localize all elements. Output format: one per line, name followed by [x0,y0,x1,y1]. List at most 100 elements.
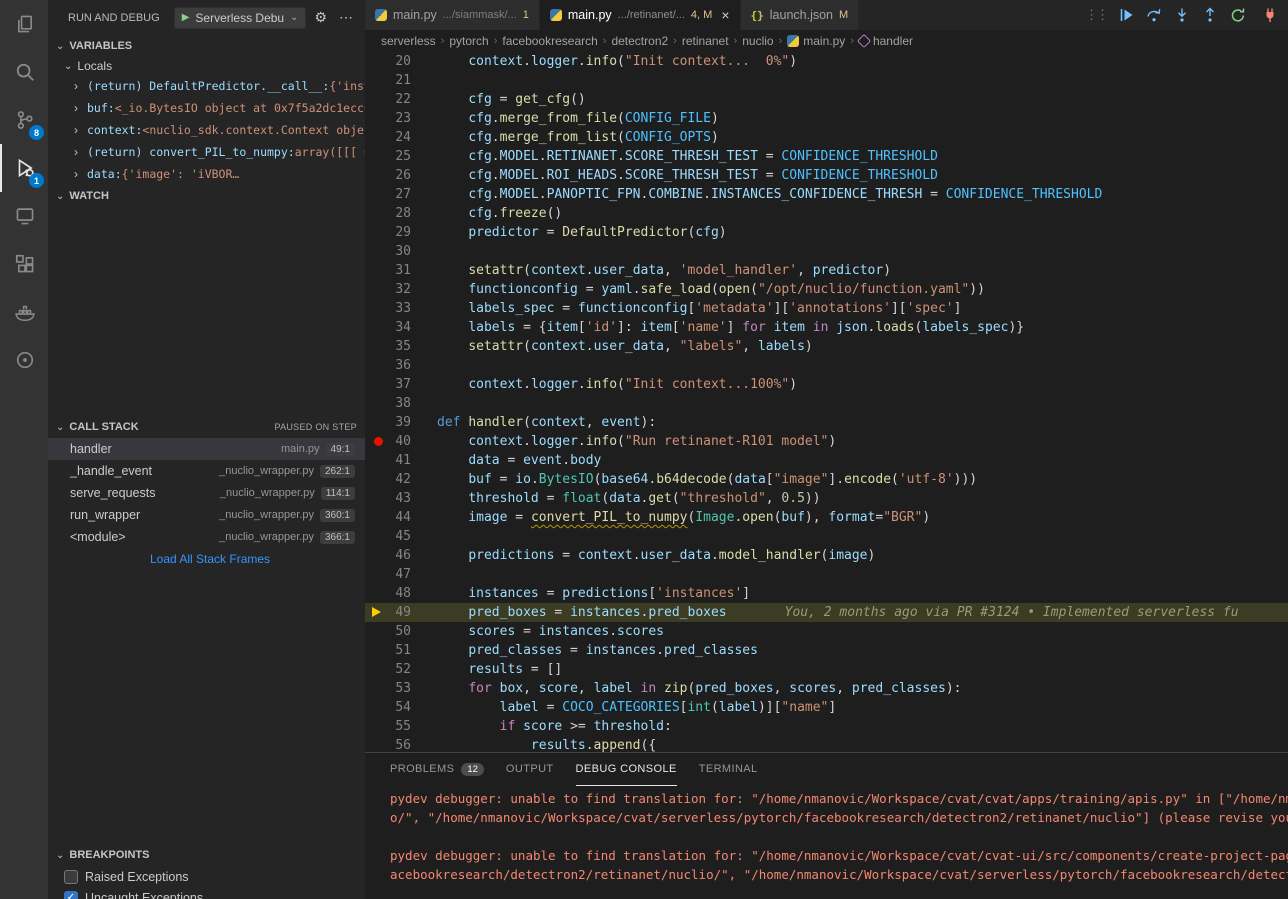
code-line[interactable]: 51 pred_classes = instances.pred_classes [365,641,1288,660]
variable-row[interactable]: ›context: <nuclio_sdk.context.Context ob… [48,119,365,141]
line-number[interactable]: 25 [365,147,437,166]
line-number[interactable]: 30 [365,242,437,261]
stack-frame-row[interactable]: serve_requests_nuclio_wrapper.py114:1 [48,482,365,504]
line-number[interactable]: 21 [365,71,437,90]
code-editor[interactable]: 20 context.logger.info("Init context... … [365,52,1288,752]
disconnect-button[interactable] [1261,6,1279,24]
remote-explorer-icon[interactable] [0,192,48,240]
line-number[interactable]: 22 [365,90,437,109]
code-line[interactable]: 44 image = convert_PIL_to_numpy(Image.op… [365,508,1288,527]
line-number[interactable]: 41 [365,451,437,470]
breakpoint-checkbox[interactable]: ✓ [64,891,78,899]
code-line[interactable]: 54 label = COCO_CATEGORIES[int(label)]["… [365,698,1288,717]
line-number[interactable]: 42 [365,470,437,489]
code-line[interactable]: 50 scores = instances.scores [365,622,1288,641]
code-line[interactable]: 32 functionconfig = yaml.safe_load(open(… [365,280,1288,299]
line-number[interactable]: 43 [365,489,437,508]
code-line[interactable]: 52 results = [] [365,660,1288,679]
explorer-icon[interactable] [0,0,48,48]
code-line[interactable]: 41 data = event.body [365,451,1288,470]
line-number[interactable]: 23 [365,109,437,128]
code-line[interactable]: 45 [365,527,1288,546]
editor-tab[interactable]: main.py.../retinanet/...4, M× [540,0,740,30]
code-line[interactable]: 22 cfg = get_cfg() [365,90,1288,109]
code-line[interactable]: 39def handler(context, event): [365,413,1288,432]
line-number[interactable]: 39 [365,413,437,432]
close-icon[interactable]: × [721,7,729,23]
code-line[interactable]: 27 cfg.MODEL.PANOPTIC_FPN.COMBINE.INSTAN… [365,185,1288,204]
line-number[interactable]: 28 [365,204,437,223]
code-line[interactable]: 28 cfg.freeze() [365,204,1288,223]
variable-row[interactable]: ›buf: <_io.BytesIO object at 0x7f5a2dc1e… [48,97,365,119]
line-number[interactable]: 37 [365,375,437,394]
breadcrumb-item[interactable]: nuclio [742,34,773,48]
variable-row[interactable]: ›(return) DefaultPredictor.__call__: {'i… [48,75,365,97]
code-line[interactable]: 38 [365,394,1288,413]
run-debug-icon[interactable]: 1 [0,144,48,192]
line-number[interactable]: 35 [365,337,437,356]
editor-tab[interactable]: main.py.../siammask/...1 [365,0,539,30]
breadcrumb-item[interactable]: detectron2 [611,34,668,48]
code-line[interactable]: 24 cfg.merge_from_list(CONFIG_OPTS) [365,128,1288,147]
stack-frame-row[interactable]: handlermain.py49:1 [48,438,365,460]
line-number[interactable]: 48 [365,584,437,603]
line-number[interactable]: 45 [365,527,437,546]
line-number[interactable]: 20 [365,52,437,71]
breakpoint-row[interactable]: ✓Uncaught Exceptions [48,887,365,899]
code-line[interactable]: 46 predictions = context.user_data.model… [365,546,1288,565]
breadcrumb-item[interactable]: serverless [381,34,436,48]
stack-frame-row[interactable]: _handle_event_nuclio_wrapper.py262:1 [48,460,365,482]
breadcrumb-item[interactable]: handler [859,34,913,48]
code-line[interactable]: 42 buf = io.BytesIO(base64.b64decode(dat… [365,470,1288,489]
code-line[interactable]: 29 predictor = DefaultPredictor(cfg) [365,223,1288,242]
code-line[interactable]: 30 [365,242,1288,261]
line-number[interactable]: 40 [365,432,437,451]
stack-frame-row[interactable]: <module>_nuclio_wrapper.py366:1 [48,526,365,548]
continue-button[interactable] [1117,6,1135,24]
code-line[interactable]: 34 labels = {item['id']: item['name'] fo… [365,318,1288,337]
code-line[interactable]: 31 setattr(context.user_data, 'model_han… [365,261,1288,280]
code-line[interactable]: 25 cfg.MODEL.RETINANET.SCORE_THRESH_TEST… [365,147,1288,166]
line-number[interactable]: 46 [365,546,437,565]
breadcrumb-item[interactable]: retinanet [682,34,729,48]
more-actions-icon[interactable]: ⋯ [335,9,357,26]
restart-button[interactable] [1229,6,1247,24]
code-line[interactable]: 35 setattr(context.user_data, "labels", … [365,337,1288,356]
breakpoint-checkbox[interactable] [64,870,78,884]
line-number[interactable]: 31 [365,261,437,280]
line-number[interactable]: 36 [365,356,437,375]
docker-icon[interactable] [0,288,48,336]
code-line[interactable]: 43 threshold = float(data.get("threshold… [365,489,1288,508]
code-line[interactable]: 48 instances = predictions['instances'] [365,584,1288,603]
line-number[interactable]: 54 [365,698,437,717]
start-debug-icon[interactable]: ▶ [182,12,190,23]
breakpoints-section-header[interactable]: ⌄ BREAKPOINTS [48,844,365,866]
breakpoint-icon[interactable] [374,437,383,446]
panel-tab-debug-console[interactable]: DEBUG CONSOLE [576,753,677,786]
line-number[interactable]: 32 [365,280,437,299]
code-line[interactable]: 33 labels_spec = functionconfig['metadat… [365,299,1288,318]
extensions-icon[interactable] [0,240,48,288]
variable-row[interactable]: ›data: {'image': 'iVBOR… [48,163,365,185]
variable-row[interactable]: ›(return) convert_PIL_to_numpy: array([[… [48,141,365,163]
step-into-button[interactable] [1173,6,1191,24]
debug-config-dropdown[interactable]: ▶ Serverless Debu ⌄ [174,7,307,29]
step-over-button[interactable] [1145,6,1163,24]
code-line[interactable]: 47 [365,565,1288,584]
drag-grip-icon[interactable]: ⋮⋮ [1085,7,1107,23]
load-all-stack-frames-link[interactable]: Load All Stack Frames [48,548,365,566]
breadcrumb-item[interactable]: main.py [787,34,845,48]
line-number[interactable]: 47 [365,565,437,584]
code-line[interactable]: 37 context.logger.info("Init context...1… [365,375,1288,394]
line-number[interactable]: 38 [365,394,437,413]
code-line[interactable]: 53 for box, score, label in zip(pred_box… [365,679,1288,698]
breakpoint-row[interactable]: Raised Exceptions [48,866,365,887]
code-line[interactable]: 36 [365,356,1288,375]
panel-tab-terminal[interactable]: TERMINAL [699,753,758,786]
line-number[interactable]: 52 [365,660,437,679]
stack-frame-row[interactable]: run_wrapper_nuclio_wrapper.py360:1 [48,504,365,526]
watch-section-header[interactable]: ⌄ WATCH [48,185,365,207]
line-number[interactable]: 29 [365,223,437,242]
variables-section-header[interactable]: ⌄ VARIABLES [48,35,365,57]
panel-tab-output[interactable]: OUTPUT [506,753,554,786]
